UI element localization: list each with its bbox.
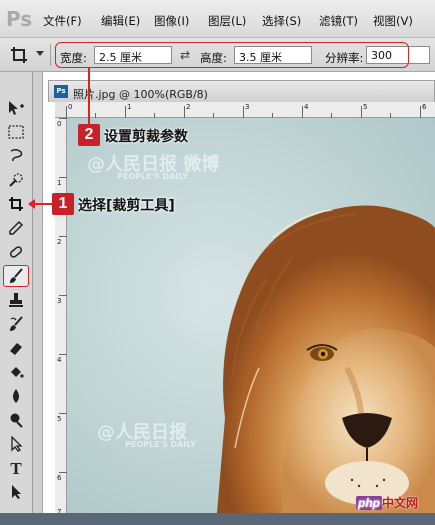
- height-field[interactable]: 3.5 厘米: [234, 46, 312, 64]
- ruler-label: 0: [57, 120, 62, 128]
- ruler-label: 4: [57, 356, 62, 364]
- step-1-text: 选择[裁剪工具]: [78, 198, 175, 214]
- watermark-top-sub: PEOPLE'S DAILY: [117, 172, 189, 181]
- dodge-tool-icon[interactable]: [5, 410, 27, 430]
- image-canvas[interactable]: @人民日报 微博 PEOPLE'S DAILY @人民日报 PEOPLE'S D…: [67, 118, 435, 513]
- site-logo-text: 中文网: [382, 496, 419, 510]
- step-1-badge: 1: [52, 193, 74, 215]
- ruler-tick: [420, 106, 421, 118]
- menu-file[interactable]: 文件(F): [43, 13, 82, 29]
- ruler-left[interactable]: 0 1 2 3 4 5 6 7: [55, 118, 67, 525]
- ruler-label: 3: [57, 297, 62, 305]
- history-brush-tool-icon[interactable]: [5, 314, 27, 334]
- step-2-badge: 2: [78, 124, 100, 146]
- ruler-tick: [125, 106, 126, 118]
- ruler-tick: [59, 177, 67, 178]
- blur-tool-icon[interactable]: [5, 386, 27, 406]
- ruler-label: 6: [422, 103, 427, 111]
- width-label: 宽度:: [60, 51, 87, 65]
- menu-image[interactable]: 图像(I): [154, 13, 189, 29]
- ruler-tick: [59, 354, 67, 355]
- healing-brush-tool-icon[interactable]: [5, 242, 27, 262]
- ruler-label: 5: [57, 415, 62, 423]
- direct-select-tool-icon[interactable]: [5, 482, 27, 502]
- marquee-tool-icon[interactable]: [5, 122, 27, 142]
- ruler-label: 2: [186, 103, 191, 111]
- ruler-label: 1: [57, 179, 62, 187]
- ruler-label: 6: [57, 474, 62, 482]
- document-tab[interactable]: Ps 照片.jpg @ 100%(RGB/8): [48, 80, 435, 102]
- watermark-bottom-sub: PEOPLE'S DAILY: [125, 440, 197, 449]
- eyedropper-tool-icon[interactable]: [5, 218, 27, 238]
- ruler-label: 0: [68, 103, 73, 111]
- menu-layer[interactable]: 图层(L): [208, 13, 246, 29]
- ruler-tick: [243, 106, 244, 118]
- ruler-label: 1: [127, 103, 132, 111]
- type-tool-icon[interactable]: T: [5, 458, 27, 478]
- ruler-label: 2: [57, 238, 62, 246]
- step-2-text: 设置剪裁参数: [104, 129, 188, 145]
- options-separator: [50, 44, 51, 66]
- ruler-top[interactable]: 0 1 2 3 4 5 6: [66, 102, 435, 118]
- chevron-down-icon[interactable]: [36, 51, 44, 56]
- width-field[interactable]: 2.5 厘米: [94, 46, 172, 64]
- ruler-tick: [184, 106, 185, 118]
- ruler-tick: [361, 106, 362, 118]
- clone-stamp-tool-icon[interactable]: [5, 290, 27, 310]
- lasso-tool-icon[interactable]: [5, 146, 27, 166]
- tools-panel: T: [0, 72, 33, 525]
- eraser-tool-icon[interactable]: [5, 338, 27, 358]
- ruler-tick: [302, 106, 303, 118]
- crop-tool-icon[interactable]: [5, 194, 27, 214]
- quick-select-tool-icon[interactable]: [5, 170, 27, 190]
- menu-edit[interactable]: 编辑(E): [101, 13, 140, 29]
- resolution-label: 分辨率:: [325, 51, 364, 65]
- height-label: 高度:: [200, 51, 227, 65]
- ruler-tick: [59, 472, 67, 473]
- ruler-tick: [59, 295, 67, 296]
- menu-view[interactable]: 视图(V): [373, 13, 413, 29]
- site-logo: php 中文网: [356, 494, 418, 511]
- document-title: 照片.jpg @ 100%(RGB/8): [73, 88, 208, 101]
- move-tool-icon[interactable]: [5, 98, 27, 118]
- menu-select[interactable]: 选择(S): [262, 13, 301, 29]
- menu-filter[interactable]: 滤镜(T): [319, 13, 358, 29]
- site-logo-php: php: [356, 496, 382, 510]
- paint-bucket-tool-icon[interactable]: [5, 362, 27, 382]
- ps-document-icon: Ps: [54, 85, 68, 98]
- panel-divider[interactable]: [33, 72, 43, 525]
- ruler-label: 4: [304, 103, 309, 111]
- ruler-tick: [59, 413, 67, 414]
- path-select-tool-icon[interactable]: [5, 434, 27, 454]
- arrow-left-icon: [28, 199, 35, 209]
- callout-2-connector: [88, 68, 90, 125]
- ruler-tick: [59, 236, 67, 237]
- options-bar: 宽度: 2.5 厘米 ⇄ 高度: 3.5 厘米 分辨率: 300: [0, 38, 435, 72]
- bottom-bar: [0, 513, 435, 525]
- brush-tool-icon[interactable]: [5, 266, 27, 286]
- crop-preset-icon[interactable]: [10, 46, 28, 64]
- resolution-field[interactable]: 300: [366, 46, 430, 64]
- ruler-tick: [66, 106, 67, 118]
- app-logo: Ps: [6, 7, 33, 31]
- ruler-tick: [59, 118, 67, 119]
- swap-dimensions-icon[interactable]: ⇄: [180, 48, 190, 62]
- menu-bar: Ps 文件(F) 编辑(E) 图像(I) 图层(L) 选择(S) 滤镜(T) 视…: [0, 0, 435, 38]
- ruler-label: 3: [245, 103, 250, 111]
- ruler-label: 5: [363, 103, 368, 111]
